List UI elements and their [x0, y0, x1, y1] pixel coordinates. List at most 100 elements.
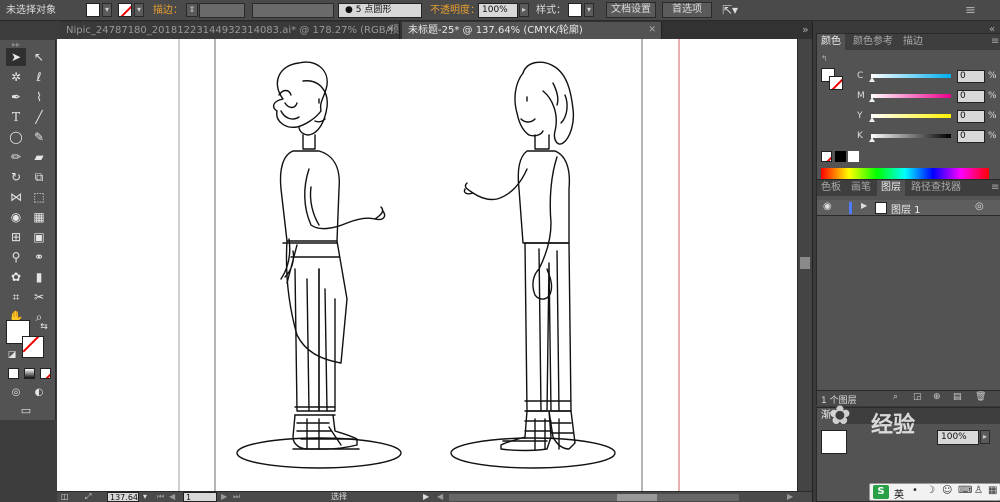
stroke-swatch[interactable] — [118, 3, 132, 17]
black-input[interactable]: 0 — [957, 130, 985, 143]
ime-logo-icon[interactable]: S — [873, 485, 889, 499]
color-mode-icon[interactable] — [8, 368, 19, 379]
tab-layers[interactable]: 图层 — [877, 180, 905, 196]
style-dropdown-icon[interactable]: ▾ — [584, 3, 594, 17]
new-sublayer-icon[interactable]: ⊕ — [933, 392, 941, 402]
none-mode-icon[interactable] — [40, 368, 51, 379]
layer-name[interactable]: 图层 1 — [891, 201, 921, 216]
panel-menu-icon[interactable]: ≡ — [965, 0, 976, 21]
zoom-icon[interactable]: ⤢ — [85, 492, 91, 502]
eyedropper-tool-icon[interactable]: ⚲ — [6, 248, 26, 266]
perspective-grid-tool-icon[interactable]: ▦ — [29, 208, 49, 226]
mesh-tool-icon[interactable]: ⊞ — [6, 228, 26, 246]
zoom-dropdown-icon[interactable]: ▾ — [143, 492, 147, 502]
ime-language[interactable]: 英 — [894, 486, 904, 501]
stroke-weight-stepper[interactable]: ⇕ — [186, 3, 198, 17]
type-tool-icon[interactable]: T — [6, 108, 26, 126]
first-artboard-icon[interactable]: ⏮ — [157, 492, 164, 502]
lasso-tool-icon[interactable]: ℓ — [29, 68, 49, 86]
magic-wand-tool-icon[interactable]: ✲ — [6, 68, 26, 86]
status-menu-icon[interactable]: ▶ — [423, 492, 429, 502]
variable-width-dropdown[interactable] — [252, 3, 334, 18]
fill-dropdown-icon[interactable]: ▾ — [102, 3, 112, 17]
eraser-tool-icon[interactable]: ▰ — [29, 148, 49, 166]
ime-punctuation-icon[interactable]: • — [912, 485, 918, 496]
shape-builder-tool-icon[interactable]: ◉ — [6, 208, 26, 226]
magenta-track[interactable] — [871, 94, 951, 98]
yellow-thumb[interactable] — [869, 117, 875, 122]
delete-layer-icon[interactable]: 🗑 — [975, 392, 986, 402]
gradient-tool-icon[interactable]: ▣ — [29, 228, 49, 246]
panel-menu-icon[interactable]: ≡ — [987, 34, 1000, 50]
draw-behind-icon[interactable]: ◐ — [29, 384, 49, 402]
tab-color-guide[interactable]: 颜色参考 — [849, 34, 897, 50]
fill-swatch[interactable] — [86, 3, 100, 17]
tab-brushes[interactable]: 画笔 — [847, 180, 875, 196]
slider-yellow[interactable]: Y 0 % — [817, 110, 1000, 124]
rotate-tool-icon[interactable]: ↻ — [6, 168, 26, 186]
black-thumb[interactable] — [869, 137, 875, 142]
artboard-tool-icon[interactable]: ⌗ — [6, 288, 26, 306]
width-tool-icon[interactable]: ⋈ — [6, 188, 26, 206]
white-swatch[interactable] — [848, 151, 859, 162]
new-layer-icon[interactable]: ▤ — [953, 392, 962, 402]
ime-grid-icon[interactable]: ▦ — [988, 485, 997, 496]
slider-black[interactable]: K 0 % — [817, 130, 1000, 144]
style-swatch[interactable] — [568, 3, 582, 17]
canvas[interactable] — [57, 39, 797, 491]
stroke-label[interactable]: 描边： — [153, 0, 183, 21]
layer-target-icon[interactable]: ◎ — [975, 201, 984, 212]
transparency-opacity-dropdown-icon[interactable]: ▸ — [980, 430, 990, 444]
slider-magenta[interactable]: M 0 % — [817, 90, 1000, 104]
free-transform-tool-icon[interactable]: ⬚ — [29, 188, 49, 206]
last-artboard-icon[interactable]: ⏭ — [233, 492, 240, 502]
black-track[interactable] — [871, 134, 951, 138]
h-scroll-right-icon[interactable]: ▶ — [787, 492, 793, 502]
none-swatch[interactable] — [821, 151, 832, 162]
tabs-overflow-icon[interactable]: » — [802, 19, 809, 40]
ime-moon-icon[interactable]: ☽ — [926, 485, 935, 496]
paintbrush-tool-icon[interactable]: ✎ — [29, 128, 49, 146]
ime-toolbar[interactable]: S 英 • ☽ ☺ ⌨ ♙ ▦ — [869, 483, 1000, 501]
vertical-scrollbar[interactable] — [797, 39, 812, 491]
color-swap-icon[interactable]: ↰ — [821, 54, 828, 63]
tab-document-1[interactable]: Nipic_24787180_20181223144932314083.ai* … — [60, 22, 400, 39]
scale-tool-icon[interactable]: ⧉ — [29, 168, 49, 186]
slider-cyan[interactable]: C 0 % — [817, 70, 1000, 84]
artboard-nav-icon[interactable]: ◫ — [61, 492, 69, 502]
ime-user-icon[interactable]: ♙ — [974, 485, 983, 496]
draw-mode-icon[interactable]: ◎ — [6, 384, 26, 402]
tab-pathfinder[interactable]: 路径查找器 — [907, 180, 965, 196]
scroll-thumb[interactable] — [800, 257, 810, 269]
horizontal-scroll-thumb[interactable] — [617, 494, 657, 501]
stroke-dropdown-icon[interactable]: ▾ — [134, 3, 144, 17]
cyan-input[interactable]: 0 — [957, 70, 985, 83]
tab-color[interactable]: 颜色 — [817, 34, 845, 50]
curvature-tool-icon[interactable]: ⌇ — [29, 88, 49, 106]
yellow-input[interactable]: 0 — [957, 110, 985, 123]
slice-tool-icon[interactable]: ✂ — [29, 288, 49, 306]
document-setup-button[interactable]: 文档设置 — [606, 2, 656, 18]
magenta-thumb[interactable] — [869, 97, 875, 102]
opacity-input[interactable]: 100% — [478, 3, 518, 18]
layer-row[interactable]: ◉ ▶ 图层 1 ◎ — [817, 200, 1000, 216]
tab-swatches[interactable]: 色板 — [817, 180, 845, 196]
pen-tool-icon[interactable]: ✒ — [6, 88, 26, 106]
horizontal-scroll-track[interactable] — [449, 494, 739, 501]
default-fill-stroke-icon[interactable]: ◪ — [2, 346, 22, 364]
panel-menu-icon[interactable]: ≡ — [987, 180, 1000, 196]
yellow-track[interactable] — [871, 114, 951, 118]
magenta-input[interactable]: 0 — [957, 90, 985, 103]
arrange-icon[interactable]: ⇱▾ — [722, 0, 738, 21]
cyan-thumb[interactable] — [869, 77, 875, 82]
close-icon[interactable]: ✕ — [386, 22, 394, 39]
blend-tool-icon[interactable]: ⚭ — [29, 248, 49, 266]
ime-smile-icon[interactable]: ☺ — [942, 485, 952, 496]
h-scroll-left-icon[interactable]: ◀ — [437, 492, 443, 502]
column-graph-tool-icon[interactable]: ▮ — [29, 268, 49, 286]
zoom-input[interactable]: 137.64 — [107, 492, 139, 502]
tab-stroke[interactable]: 描边 — [899, 34, 927, 50]
screen-mode-icon[interactable]: ▭ — [16, 402, 36, 420]
ellipse-tool-icon[interactable]: ◯ — [6, 128, 26, 146]
cyan-track[interactable] — [871, 74, 951, 78]
